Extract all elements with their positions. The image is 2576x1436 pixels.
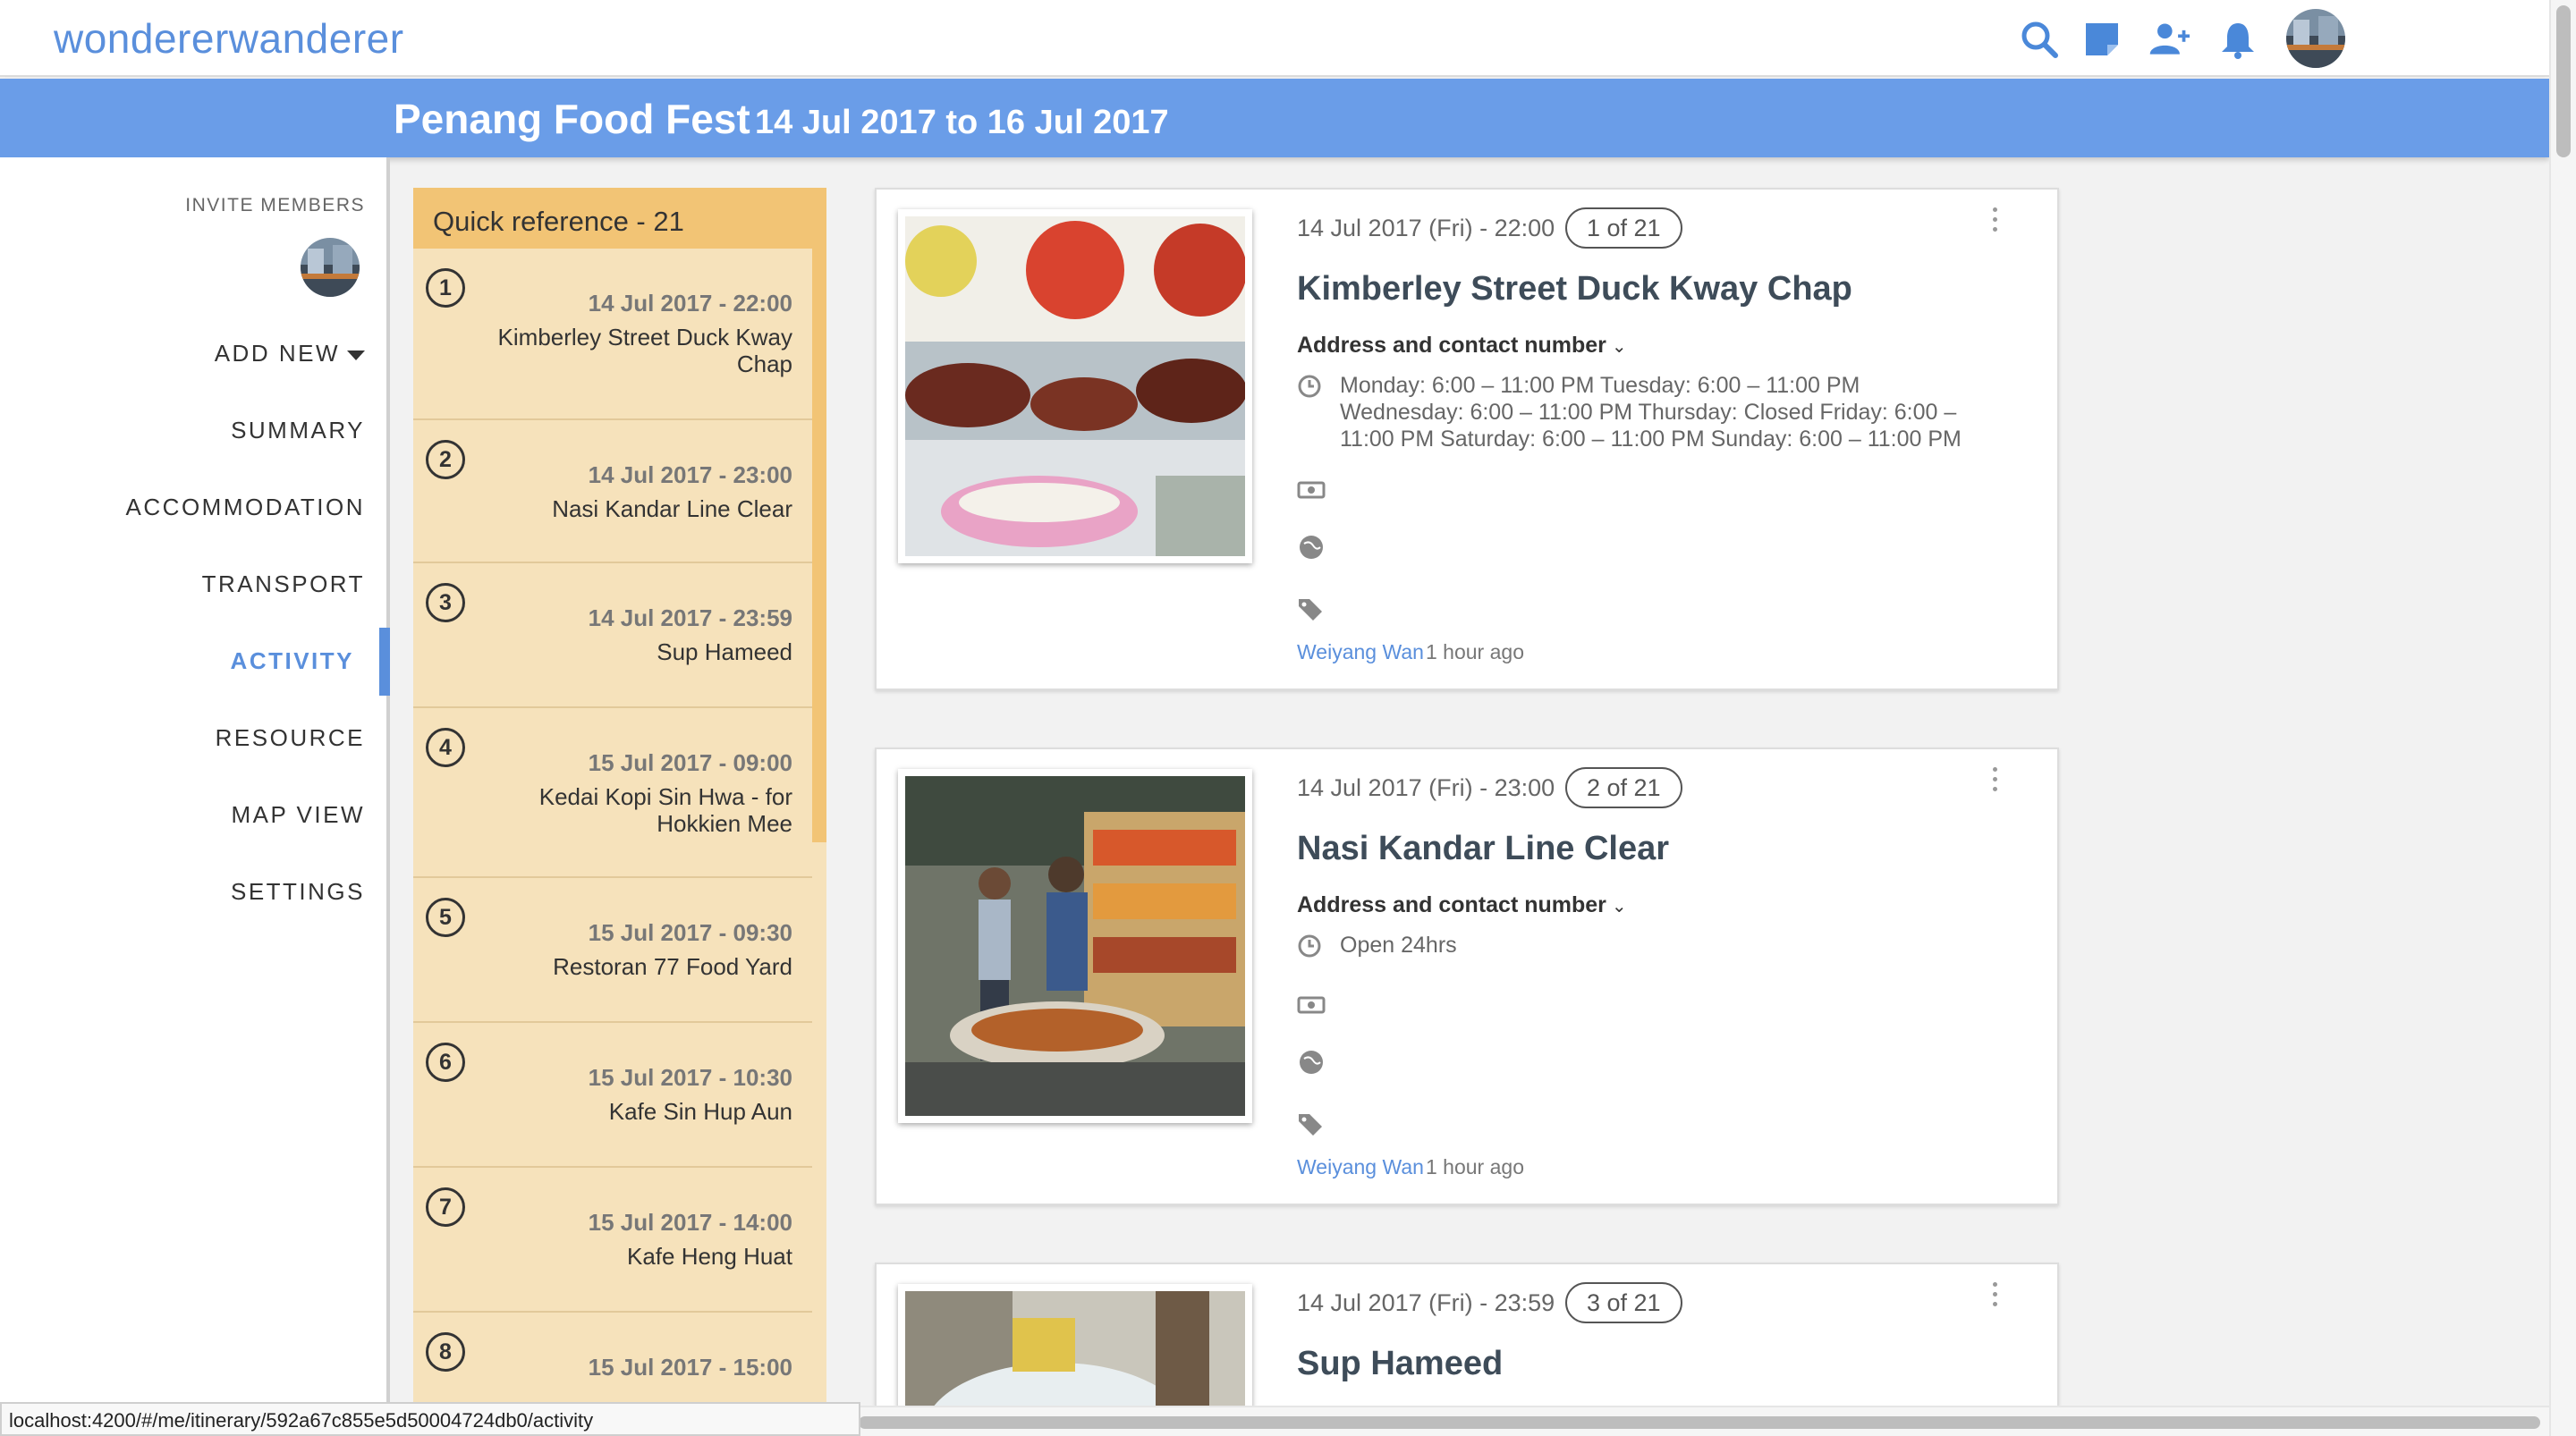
caret-down-icon [347, 350, 365, 360]
quick-reference-panel: Quick reference - 21 1 14 Jul 2017 - 22:… [413, 188, 826, 1406]
activity-title[interactable]: Sup Hameed [1297, 1345, 1503, 1383]
globe-icon [1300, 1051, 1323, 1074]
user-avatar[interactable] [2286, 9, 2345, 68]
item-number: 7 [426, 1187, 465, 1227]
status-bar-url: localhost:4200/#/me/itinerary/592a67c855… [0, 1402, 860, 1436]
member-avatar[interactable] [301, 238, 360, 297]
quick-reference-item[interactable]: 6 15 Jul 2017 - 10:30 Kafe Sin Hup Aun [413, 1023, 812, 1168]
activity-card: 14 Jul 2017 (Fri) - 22:00 1 of 21 Kimber… [875, 188, 2059, 690]
trip-title: Penang Food Fest [394, 96, 750, 142]
quick-reference-title: Quick reference - 21 [413, 188, 826, 249]
item-name: Kafe Heng Huat [626, 1243, 792, 1270]
add-new-button[interactable]: ADD NEW [215, 340, 365, 367]
more-options-icon[interactable] [1989, 1282, 2000, 1318]
sidebar-item-transport[interactable]: TRANSPORT [202, 570, 365, 598]
item-number: 4 [426, 728, 465, 767]
invite-members-label[interactable]: INVITE MEMBERS [185, 195, 365, 216]
opening-hours: Monday: 6:00 – 11:00 PM Tuesday: 6:00 – … [1340, 373, 1962, 452]
posted-time: 1 hour ago [1426, 1155, 1524, 1178]
money-icon [1297, 481, 1326, 499]
activity-title[interactable]: Nasi Kandar Line Clear [1297, 830, 1669, 868]
quick-reference-item[interactable]: 1 14 Jul 2017 - 22:00 Kimberley Street D… [413, 249, 812, 420]
opening-hours: Open 24hrs [1340, 933, 1457, 958]
search-icon[interactable] [2018, 18, 2061, 61]
activity-index-badge: 3 of 21 [1565, 1282, 1682, 1323]
item-date: 14 Jul 2017 - 22:00 [588, 290, 792, 317]
sidebar-item-activity[interactable]: ACTIVITY [231, 647, 354, 675]
more-options-icon[interactable] [1989, 767, 2000, 803]
sidebar-item-accommodation[interactable]: ACCOMMODATION [126, 494, 365, 521]
add-new-label: ADD NEW [214, 340, 340, 367]
trip-header: Penang Food Fest 14 Jul 2017 to 16 Jul 2… [0, 79, 2549, 157]
activity-title[interactable]: Kimberley Street Duck Kway Chap [1297, 270, 1852, 308]
item-name: Nasi Kandar Line Clear [552, 495, 792, 522]
vertical-scrollbar[interactable] [2549, 0, 2576, 1436]
quick-reference-item[interactable]: 7 15 Jul 2017 - 14:00 Kafe Heng Huat [413, 1168, 812, 1313]
item-date: 15 Jul 2017 - 10:30 [588, 1064, 792, 1091]
item-number: 1 [426, 268, 465, 308]
address-toggle[interactable]: Address and contact number ⌄ [1297, 333, 1627, 359]
item-number: 8 [426, 1332, 465, 1372]
active-indicator [379, 628, 390, 696]
quick-reference-item[interactable]: 8 15 Jul 2017 - 15:00 [413, 1313, 812, 1406]
item-number: 3 [426, 583, 465, 622]
activity-date: 14 Jul 2017 (Fri) - 22:00 [1297, 215, 1555, 241]
sidebar-item-resource[interactable]: RESOURCE [216, 724, 365, 752]
item-name: Kimberley Street Duck Kway Chap [497, 324, 792, 377]
quick-reference-item[interactable]: 5 15 Jul 2017 - 09:30 Restoran 77 Food Y… [413, 878, 812, 1023]
quick-reference-scrollbar[interactable] [812, 249, 826, 842]
item-date: 15 Jul 2017 - 09:30 [588, 919, 792, 946]
activity-date: 14 Jul 2017 (Fri) - 23:00 [1297, 774, 1555, 801]
activity-card: 14 Jul 2017 (Fri) - 23:00 2 of 21 Nasi K… [875, 748, 2059, 1205]
brand-logo[interactable]: wondererwanderer [54, 14, 404, 63]
item-date: 14 Jul 2017 - 23:59 [588, 604, 792, 631]
bell-icon[interactable] [2216, 18, 2259, 61]
activity-photo[interactable] [898, 1284, 1252, 1406]
tags-icon [1299, 1114, 1322, 1136]
sidebar: INVITE MEMBERS ADD NEW SUMMARY ACCOMMODA… [0, 157, 390, 1406]
item-name: Sup Hameed [657, 638, 792, 665]
address-toggle[interactable]: Address and contact number ⌄ [1297, 892, 1627, 918]
activity-index-badge: 1 of 21 [1565, 207, 1682, 249]
item-name: Kedai Kopi Sin Hwa - for Hokkien Mee [538, 783, 792, 837]
trip-dates: 14 Jul 2017 to 16 Jul 2017 [755, 104, 1169, 141]
sidebar-item-settings[interactable]: SETTINGS [231, 878, 365, 906]
quick-reference-item[interactable]: 3 14 Jul 2017 - 23:59 Sup Hameed [413, 563, 812, 708]
item-date: 15 Jul 2017 - 09:00 [588, 749, 792, 776]
item-date: 14 Jul 2017 - 23:00 [588, 461, 792, 488]
more-options-icon[interactable] [1989, 207, 2000, 243]
item-number: 5 [426, 898, 465, 937]
sidebar-item-map-view[interactable]: MAP VIEW [231, 801, 365, 829]
posted-time: 1 hour ago [1426, 640, 1524, 663]
chevron-down-icon: ⌄ [1611, 897, 1627, 917]
address-label: Address and contact number [1297, 892, 1606, 917]
item-name: Restoran 77 Food Yard [553, 953, 792, 980]
quick-reference-item[interactable]: 4 15 Jul 2017 - 09:00 Kedai Kopi Sin Hwa… [413, 708, 812, 878]
item-date: 15 Jul 2017 - 14:00 [588, 1209, 792, 1236]
activity-card: 14 Jul 2017 (Fri) - 23:59 3 of 21 Sup Ha… [875, 1263, 2059, 1406]
item-number: 2 [426, 440, 465, 479]
activity-index-badge: 2 of 21 [1565, 767, 1682, 808]
quick-reference-item[interactable]: 2 14 Jul 2017 - 23:00 Nasi Kandar Line C… [413, 420, 812, 563]
money-icon [1297, 996, 1326, 1014]
tags-icon [1299, 599, 1322, 621]
add-person-icon[interactable] [2147, 18, 2193, 61]
chevron-down-icon: ⌄ [1611, 337, 1627, 357]
note-icon[interactable] [2080, 18, 2123, 61]
activity-photo[interactable] [898, 769, 1252, 1123]
scroll-thumb[interactable] [859, 1416, 2540, 1429]
globe-icon [1300, 536, 1323, 559]
author-link[interactable]: Weiyang Wan [1297, 1155, 1424, 1179]
top-bar: wondererwanderer [0, 0, 2549, 77]
author-link[interactable]: Weiyang Wan [1297, 640, 1424, 664]
address-label: Address and contact number [1297, 333, 1606, 358]
scroll-thumb[interactable] [2556, 5, 2571, 157]
activity-date: 14 Jul 2017 (Fri) - 23:59 [1297, 1289, 1555, 1316]
sidebar-item-summary[interactable]: SUMMARY [231, 417, 365, 444]
item-date: 15 Jul 2017 - 15:00 [588, 1354, 792, 1381]
item-number: 6 [426, 1043, 465, 1082]
item-name: Kafe Sin Hup Aun [608, 1098, 792, 1125]
activity-photo[interactable] [898, 209, 1252, 563]
